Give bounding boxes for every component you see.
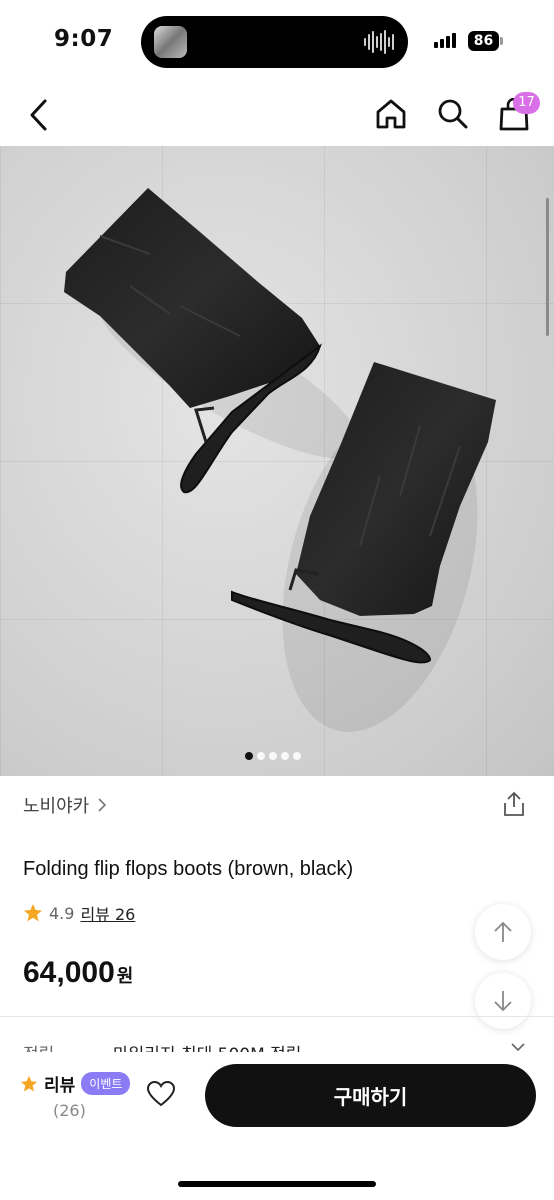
product-price: 64,000 xyxy=(23,956,115,989)
home-indicator xyxy=(178,1181,376,1187)
arrow-up-icon xyxy=(494,921,512,942)
rating-score: 4.9 xyxy=(49,903,75,923)
pagination-dot-active[interactable] xyxy=(245,752,253,760)
review-summary[interactable]: 리뷰 이벤트 xyxy=(20,1071,131,1096)
shop-name: 노비야카 xyxy=(23,796,90,817)
boots-photo xyxy=(64,188,496,732)
cart-count-badge: 17 xyxy=(513,92,540,114)
pagination-dot[interactable] xyxy=(269,752,277,760)
chevron-right-icon xyxy=(98,798,107,812)
share-icon[interactable] xyxy=(502,791,526,817)
back-arrow-icon[interactable] xyxy=(26,98,52,132)
product-image[interactable] xyxy=(0,146,554,776)
event-badge: 이벤트 xyxy=(81,1072,131,1095)
price-row: 64,000 원 xyxy=(23,956,133,990)
pagination-dot[interactable] xyxy=(293,752,301,760)
review-label: 리뷰 xyxy=(44,1076,76,1096)
arrow-down-icon xyxy=(494,991,512,1012)
star-icon xyxy=(24,904,42,922)
pagination-dot[interactable] xyxy=(281,752,289,760)
rating-row: 4.9 리뷰 26 xyxy=(23,901,135,925)
review-count-link[interactable]: 리뷰 26 xyxy=(80,901,135,925)
star-icon xyxy=(20,1075,38,1092)
status-time: 9:07 xyxy=(54,26,114,52)
battery-icon: 86 xyxy=(468,31,499,51)
chevron-down-icon xyxy=(511,1043,525,1052)
scroll-bottom-button[interactable] xyxy=(475,973,531,1029)
dynamic-island xyxy=(141,16,408,68)
cellular-signal-icon xyxy=(434,33,456,48)
home-icon[interactable] xyxy=(375,98,407,130)
product-title: Folding flip flops boots (brown, black) xyxy=(23,858,354,880)
search-icon[interactable] xyxy=(437,98,469,130)
price-currency: 원 xyxy=(116,966,134,987)
shop-link[interactable]: 노비야카 xyxy=(23,792,107,818)
points-text: 마일리지 최대 500M 적립 xyxy=(113,1040,301,1052)
points-label: 적립 xyxy=(23,1040,54,1052)
page-scrollbar[interactable] xyxy=(546,198,549,336)
review-count: (26) xyxy=(53,1101,86,1120)
audio-wave-icon xyxy=(364,29,394,55)
status-bar: 9:07 86 xyxy=(0,0,554,84)
heart-icon[interactable] xyxy=(146,1080,176,1108)
image-pagination xyxy=(0,752,550,760)
section-divider xyxy=(0,1016,554,1017)
pagination-dot[interactable] xyxy=(257,752,265,760)
battery-tip xyxy=(500,37,503,45)
scroll-top-button[interactable] xyxy=(475,904,531,960)
buy-button[interactable]: 구매하기 xyxy=(205,1064,536,1127)
now-playing-artwork xyxy=(154,26,187,58)
points-row[interactable]: 적립 마일리지 최대 500M 적립 xyxy=(0,1036,554,1052)
top-navigation xyxy=(0,84,554,146)
